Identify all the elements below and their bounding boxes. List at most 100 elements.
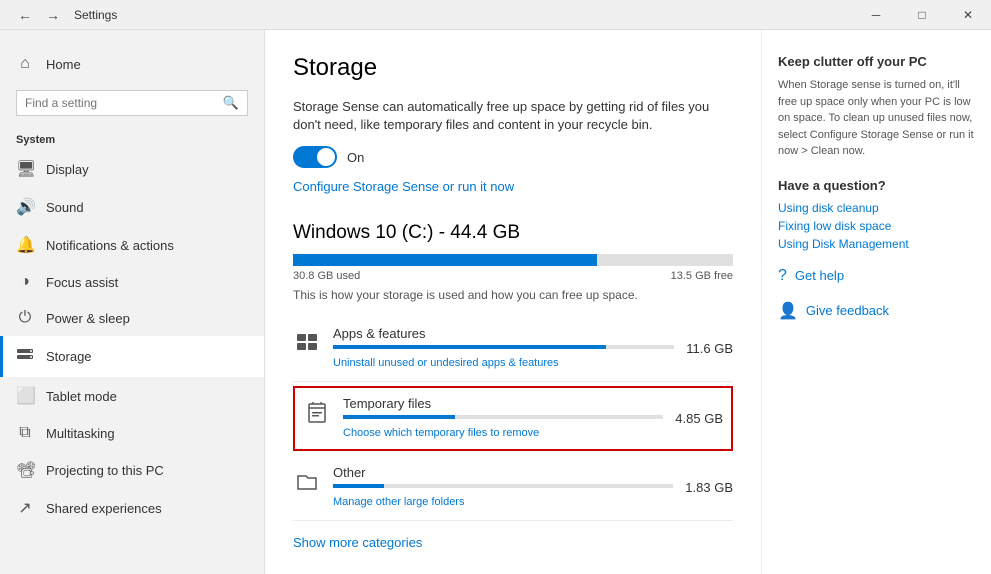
other-name: Other	[333, 465, 673, 480]
right-link-low-disk[interactable]: Fixing low disk space	[778, 219, 975, 233]
temp-size: 4.85 GB	[675, 411, 723, 426]
back-button[interactable]: ←	[12, 5, 38, 25]
feedback-icon: 👤	[778, 301, 798, 321]
projecting-icon: 📽	[16, 460, 34, 480]
search-box: 🔍	[16, 90, 248, 116]
configure-link[interactable]: Configure Storage Sense or run it now	[293, 179, 514, 194]
storage-item-other: Other Manage other large folders 1.83 GB	[293, 455, 733, 521]
titlebar-title: Settings	[74, 8, 117, 22]
sidebar-item-home[interactable]: ⌂ Home	[16, 46, 248, 82]
get-help-icon: ?	[778, 267, 787, 285]
right-link-disk-cleanup[interactable]: Using disk cleanup	[778, 201, 975, 215]
sidebar-item-storage[interactable]: Storage	[0, 336, 264, 377]
sound-label: Sound	[46, 200, 84, 215]
shared-icon: ↗	[16, 498, 34, 518]
temp-bar-fill	[343, 415, 455, 419]
storage-bar-labels: 30.8 GB used 13.5 GB free	[293, 270, 733, 282]
apps-name: Apps & features	[333, 326, 674, 341]
home-label: Home	[46, 57, 81, 72]
sidebar-item-tablet[interactable]: ⬜ Tablet mode	[0, 377, 264, 415]
main-content: Storage Storage Sense can automatically …	[265, 30, 761, 574]
other-bar	[333, 484, 673, 488]
home-icon: ⌂	[16, 55, 34, 73]
titlebar: ← → Settings ─ □ ✕	[0, 0, 991, 30]
sidebar-nav: System 🖥 Display 🔊 Sound 🔔 Notifications…	[0, 124, 264, 574]
apps-bar-fill	[333, 345, 606, 349]
power-icon: ⏻	[16, 309, 34, 327]
sidebar-item-sound[interactable]: 🔊 Sound	[0, 188, 264, 226]
temp-bar	[343, 415, 663, 419]
sidebar: ⌂ Home 🔍 System 🖥 Display 🔊 Sound	[0, 30, 265, 574]
storage-bar-used	[293, 254, 597, 266]
projecting-label: Projecting to this PC	[46, 463, 164, 478]
sidebar-item-projecting[interactable]: 📽 Projecting to this PC	[0, 451, 264, 489]
sidebar-item-display[interactable]: 🖥 Display	[0, 150, 264, 188]
multitasking-label: Multitasking	[46, 426, 115, 441]
close-button[interactable]: ✕	[945, 0, 991, 30]
storage-item-temp: Temporary files Choose which temporary f…	[293, 386, 733, 451]
toggle-thumb	[317, 148, 335, 166]
sidebar-item-multitasking[interactable]: ⧉ Multitasking	[0, 415, 264, 451]
bar-free-label: 13.5 GB free	[671, 270, 733, 282]
shared-label: Shared experiences	[46, 501, 162, 516]
forward-button[interactable]: →	[40, 5, 66, 25]
sidebar-item-focus[interactable]: ◑ Focus assist	[0, 264, 264, 300]
display-label: Display	[46, 162, 89, 177]
storage-item-apps: Apps & features Uninstall unused or unde…	[293, 316, 733, 382]
other-bar-fill	[333, 484, 384, 488]
notifications-icon: 🔔	[16, 235, 34, 255]
apps-sub[interactable]: Uninstall unused or undesired apps & fea…	[333, 357, 559, 369]
other-icon	[293, 467, 321, 495]
storage-sense-toggle[interactable]	[293, 146, 337, 168]
other-sub[interactable]: Manage other large folders	[333, 496, 464, 508]
storage-sense-description: Storage Sense can automatically free up …	[293, 98, 733, 134]
power-label: Power & sleep	[46, 311, 130, 326]
sidebar-item-power[interactable]: ⏻ Power & sleep	[0, 300, 264, 336]
toggle-row: On	[293, 146, 733, 168]
storage-bar-container: 30.8 GB used 13.5 GB free	[293, 254, 733, 282]
other-info: Other Manage other large folders	[333, 465, 673, 510]
get-help-label: Get help	[795, 268, 844, 283]
sidebar-item-shared[interactable]: ↗ Shared experiences	[0, 489, 264, 527]
sidebar-item-notifications[interactable]: 🔔 Notifications & actions	[0, 226, 264, 264]
restore-button[interactable]: □	[899, 0, 945, 30]
show-more-link[interactable]: Show more categories	[293, 535, 422, 550]
search-input[interactable]	[25, 96, 217, 110]
focus-label: Focus assist	[46, 275, 118, 290]
toggle-label: On	[347, 150, 364, 165]
sidebar-header: ⌂ Home 🔍	[0, 30, 264, 124]
search-icon: 🔍	[223, 95, 239, 111]
temp-name: Temporary files	[343, 396, 663, 411]
display-icon: 🖥	[16, 159, 34, 179]
apps-info: Apps & features Uninstall unused or unde…	[333, 326, 674, 371]
drive-title: Windows 10 (C:) - 44.4 GB	[293, 222, 733, 244]
multitasking-icon: ⧉	[16, 424, 34, 442]
temp-sub[interactable]: Choose which temporary files to remove	[343, 427, 539, 439]
tablet-icon: ⬜	[16, 386, 34, 406]
right-panel-clutter-text: When Storage sense is turned on, it'll f…	[778, 77, 975, 160]
give-feedback-link[interactable]: 👤 Give feedback	[778, 301, 975, 321]
storage-label: Storage	[46, 349, 92, 364]
storage-desc: This is how your storage is used and how…	[293, 288, 733, 302]
apps-bar	[333, 345, 674, 349]
minimize-button[interactable]: ─	[853, 0, 899, 30]
right-question: Have a question?	[778, 178, 975, 193]
tablet-label: Tablet mode	[46, 389, 117, 404]
storage-icon	[16, 345, 34, 368]
page-title: Storage	[293, 54, 733, 82]
temp-icon	[303, 398, 331, 426]
storage-bar-bg	[293, 254, 733, 266]
bar-used-label: 30.8 GB used	[293, 270, 360, 282]
temp-info: Temporary files Choose which temporary f…	[343, 396, 663, 441]
sound-icon: 🔊	[16, 197, 34, 217]
apps-size: 11.6 GB	[686, 341, 733, 356]
right-panel-clutter-title: Keep clutter off your PC	[778, 54, 975, 69]
right-link-disk-management[interactable]: Using Disk Management	[778, 237, 975, 251]
other-size: 1.83 GB	[685, 480, 733, 495]
titlebar-nav: ← →	[12, 5, 66, 25]
titlebar-controls: ─ □ ✕	[853, 0, 991, 30]
titlebar-left: ← → Settings	[12, 5, 117, 25]
focus-icon: ◑	[16, 273, 34, 291]
right-panel: Keep clutter off your PC When Storage se…	[761, 30, 991, 574]
get-help-link[interactable]: ? Get help	[778, 267, 975, 285]
